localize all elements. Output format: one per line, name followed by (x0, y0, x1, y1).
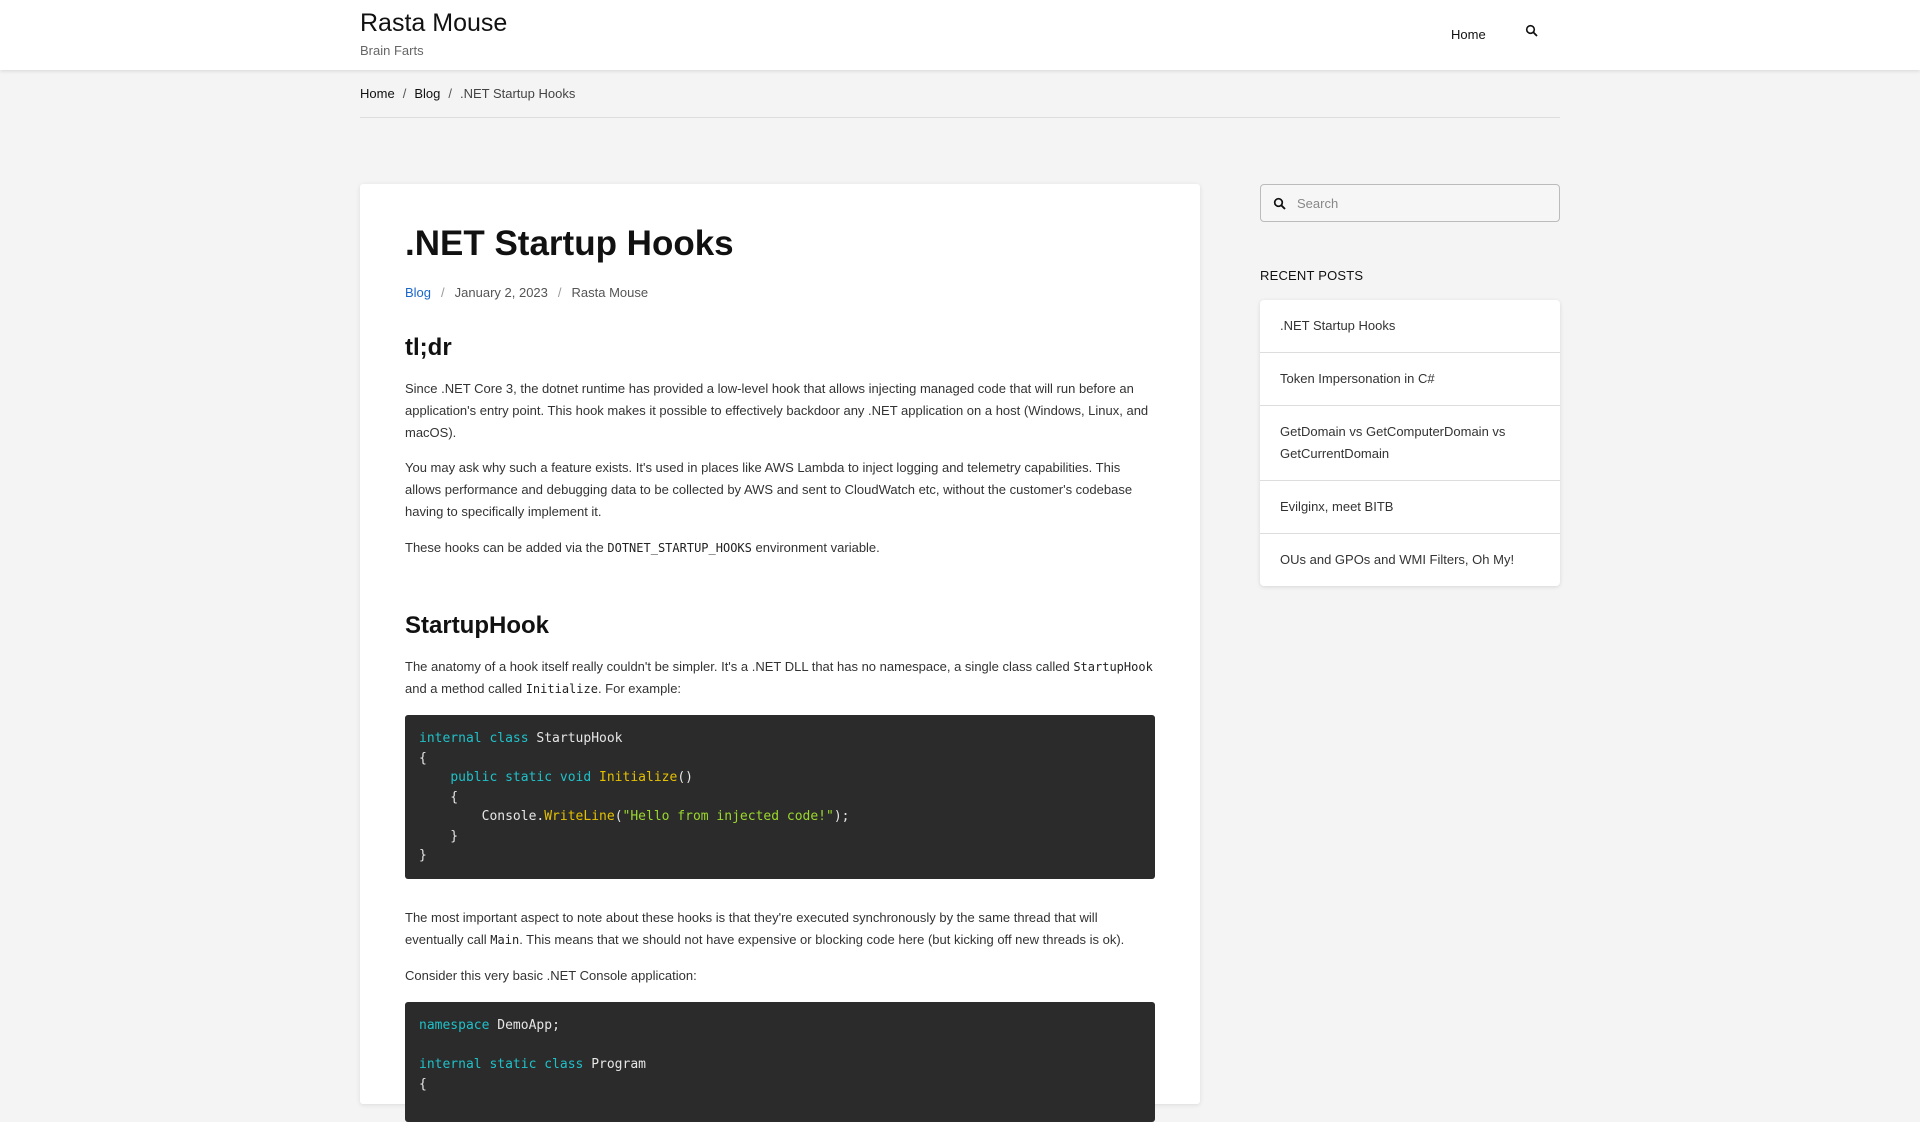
recent-post-link[interactable]: OUs and GPOs and WMI Filters, Oh My! (1260, 534, 1560, 586)
paragraph: Since .NET Core 3, the dotnet runtime ha… (405, 381, 1149, 441)
breadcrumb-home[interactable]: Home (360, 86, 395, 101)
recent-post-link[interactable]: GetDomain vs GetComputerDomain vs GetCur… (1260, 406, 1560, 481)
breadcrumb-blog[interactable]: Blog (414, 86, 440, 101)
inline-code: Initialize (525, 682, 598, 697)
site-tagline: Brain Farts (360, 43, 424, 58)
inline-code: StartupHook (1073, 660, 1153, 674)
breadcrumb-divider (360, 117, 1560, 118)
text: . This means that we should not have exp… (519, 932, 1125, 948)
code-block[interactable]: namespace DemoApp; internal static class… (405, 1002, 1155, 1122)
post-meta: Blog / January 2, 2023 / Rasta Mouse (405, 285, 648, 300)
site-header: Rasta Mouse Brain Farts Home (0, 0, 1920, 70)
post-author: Rasta Mouse (571, 285, 649, 300)
paragraph: The anatomy of a hook itself really coul… (405, 656, 1155, 700)
inline-code: Main (490, 933, 520, 948)
meta-separator: / (557, 285, 562, 300)
breadcrumb-current: .NET Startup Hooks (459, 86, 576, 101)
search-input[interactable] (1297, 185, 1555, 221)
recent-post-link[interactable]: Token Impersonation in C# (1260, 353, 1560, 406)
site-title-link[interactable]: Rasta Mouse (360, 9, 507, 38)
meta-separator: / (441, 285, 445, 300)
text: and a method called (405, 681, 526, 697)
breadcrumb-separator: / (448, 86, 452, 101)
nav-home-link[interactable]: Home (1451, 27, 1486, 42)
text: The anatomy of a hook itself really coul… (405, 659, 1074, 674)
recent-posts-list: .NET Startup Hooks Token Impersonation i… (1260, 300, 1560, 586)
breadcrumb-separator: / (402, 86, 407, 101)
text: These hooks can be added via the (405, 540, 608, 555)
breadcrumb: Home / Blog / .NET Startup Hooks (360, 86, 575, 101)
paragraph: Consider this very basic .NET Console ap… (405, 968, 697, 983)
text: . For example: (597, 681, 682, 697)
recent-post-link[interactable]: Evilginx, meet BITB (1260, 481, 1560, 534)
text: environment variable. (751, 540, 880, 555)
heading-startuphook: StartupHook (405, 612, 549, 639)
search-icon (1273, 197, 1287, 211)
recent-posts-title: RECENT POSTS (1260, 268, 1364, 283)
inline-code: DOTNET_STARTUP_HOOKS (607, 541, 752, 555)
search-icon[interactable] (1525, 24, 1539, 38)
article-card: .NET Startup Hooks Blog / January 2, 202… (360, 184, 1200, 1122)
post-category-link[interactable]: Blog (405, 285, 431, 300)
post-date: January 2, 2023 (454, 285, 548, 300)
paragraph: The most important aspect to note about … (405, 907, 1155, 951)
paragraph: These hooks can be added via the DOTNET_… (405, 537, 1155, 559)
recent-post-link[interactable]: .NET Startup Hooks (1260, 300, 1560, 353)
paragraph: You may ask why such a feature exists. I… (405, 460, 1133, 520)
post-title: .NET Startup Hooks (405, 224, 734, 263)
heading-tldr: tl;dr (405, 334, 452, 361)
code-block[interactable]: internal class StartupHook { public stat… (405, 715, 1155, 879)
sidebar-search (1260, 184, 1560, 222)
